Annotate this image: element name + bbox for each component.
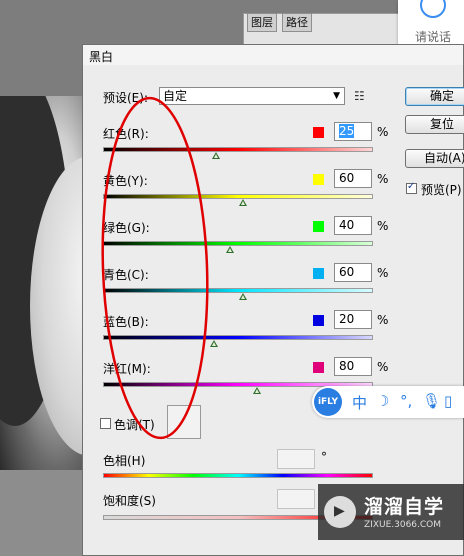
preview-label: 预览(P) [421, 183, 462, 197]
channel-value-blue[interactable]: 20 [334, 310, 372, 329]
microphone-icon [420, 0, 446, 18]
ifly-toolbar: iFLY 中 ☽ °, 🎙 ▯ [312, 386, 464, 418]
ok-button[interactable]: 确定 [405, 87, 464, 106]
ifly-language-button[interactable]: 中 [352, 392, 367, 413]
channel-slider-blue[interactable] [103, 335, 373, 340]
channel-value-text: 60 [339, 265, 355, 279]
channel-value-green[interactable]: 40 [334, 216, 372, 235]
play-logo-icon [324, 496, 356, 528]
microphone-icon[interactable]: 🎙 [422, 392, 441, 410]
tint-label: 色调(T) [114, 418, 155, 432]
channel-swatch-magenta [313, 362, 324, 373]
watermark-banner: 溜溜自学 ZIXUE.3066.COM [318, 484, 464, 540]
background-photo [0, 96, 82, 470]
channel-label-green: 绿色(G): [103, 221, 150, 235]
channel-swatch-blue [313, 315, 324, 326]
channel-slider-green[interactable] [103, 241, 373, 246]
preset-label: 预设(E): [103, 91, 148, 105]
slider-thumb-red[interactable] [212, 152, 221, 159]
percent-sign: % [377, 172, 389, 186]
ifly-logo[interactable]: iFLY [314, 388, 342, 416]
channel-label-red: 红色(R): [103, 127, 149, 141]
slider-thumb-magenta[interactable] [252, 387, 261, 394]
voice-label: 请说话 [415, 30, 452, 44]
channel-slider-cyan[interactable] [103, 288, 373, 293]
channel-swatch-yellow [313, 174, 324, 185]
keyboard-icon[interactable]: ▯ [444, 392, 452, 410]
channel-value-text: 40 [339, 218, 355, 232]
preview-checkbox[interactable] [406, 181, 417, 194]
tint-color-swatch[interactable] [167, 405, 201, 439]
hue-slider[interactable] [103, 473, 373, 478]
saturation-field[interactable] [277, 489, 315, 509]
percent-sign: % [377, 219, 389, 233]
list-menu-icon[interactable]: ☷ [354, 89, 365, 103]
channel-slider-red[interactable] [103, 147, 373, 152]
voice-widget[interactable]: 请说话 [398, 0, 464, 50]
channel-value-text: 80 [339, 359, 355, 373]
channel-swatch-green [313, 221, 324, 232]
channel-value-text: 25 [339, 124, 355, 138]
channel-value-red[interactable]: 25 [334, 122, 372, 141]
channel-value-cyan[interactable]: 60 [334, 263, 372, 282]
channel-swatch-red [313, 127, 324, 138]
watermark-name: 溜溜自学 [364, 496, 445, 518]
tab-layers[interactable]: 图层 [247, 13, 277, 32]
preset-value: 自定 [163, 89, 188, 103]
reset-button[interactable]: 复位 [405, 115, 464, 134]
channel-value-yellow[interactable]: 60 [334, 169, 372, 188]
percent-sign: % [377, 360, 389, 374]
punctuation-icon[interactable]: °, [400, 392, 412, 410]
channel-value-text: 20 [339, 312, 355, 326]
channel-swatch-cyan [313, 268, 324, 279]
saturation-label: 饱和度(S) [103, 494, 156, 508]
channel-label-yellow: 黄色(Y): [103, 174, 148, 188]
slider-thumb-green[interactable] [225, 246, 234, 253]
preset-select[interactable]: 自定 ▼ [159, 87, 345, 105]
tint-checkbox[interactable] [100, 418, 111, 429]
hue-field[interactable] [277, 449, 315, 469]
tab-paths[interactable]: 路径 [282, 13, 312, 32]
canvas-margin [0, 470, 82, 556]
channel-label-blue: 蓝色(B): [103, 315, 149, 329]
channel-label-cyan: 青色(C): [103, 268, 149, 282]
slider-thumb-blue[interactable] [209, 340, 218, 347]
hue-label: 色相(H) [103, 454, 146, 468]
channel-value-magenta[interactable]: 80 [334, 357, 372, 376]
watermark-url: ZIXUE.3066.COM [364, 520, 442, 530]
percent-sign: % [377, 266, 389, 280]
percent-sign: % [377, 313, 389, 327]
slider-thumb-yellow[interactable] [239, 199, 248, 206]
slider-thumb-cyan[interactable] [239, 293, 248, 300]
percent-sign: % [377, 125, 389, 139]
dialog-title: 黑白 [89, 50, 114, 64]
channel-value-text: 60 [339, 171, 355, 185]
moon-icon[interactable]: ☽ [376, 392, 389, 410]
black-white-dialog: 黑白 预设(E): 自定 ▼ ☷ 确定 复位 自动(A) 预览(P) 红色(R)… [82, 44, 464, 556]
channel-label-magenta: 洋红(M): [103, 362, 151, 376]
auto-button[interactable]: 自动(A) [405, 149, 464, 168]
title-bar[interactable]: 黑白 [83, 45, 463, 65]
hue-unit: ° [321, 450, 327, 464]
chevron-down-icon: ▼ [333, 91, 340, 101]
channel-slider-yellow[interactable] [103, 194, 373, 199]
